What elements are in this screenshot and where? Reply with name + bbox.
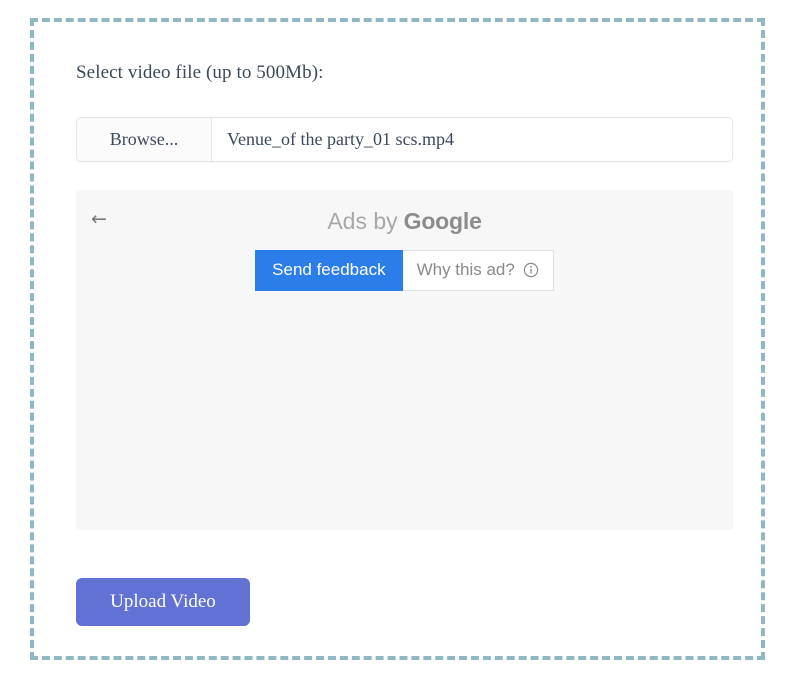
ads-by-label: Ads by (327, 208, 397, 234)
file-input-group[interactable]: Browse... (76, 117, 733, 162)
page-title: Select video file (up to 500Mb): (76, 62, 324, 84)
info-circle-icon (523, 262, 539, 278)
upload-video-button[interactable]: Upload Video (76, 578, 250, 626)
video-drop-zone[interactable]: Select video file (up to 500Mb): Browse.… (30, 18, 765, 660)
ads-attribution: Ads by Google (76, 208, 733, 235)
google-brand-label: Google (404, 208, 482, 234)
why-this-ad-label: Why this ad? (417, 260, 515, 280)
selected-file-name[interactable] (212, 118, 732, 161)
google-ad-panel: ← Ads byGoogle Send feedback Why this ad… (76, 190, 733, 530)
browse-button[interactable]: Browse... (77, 118, 212, 161)
send-feedback-button[interactable]: Send feedback (255, 250, 402, 291)
upload-page: Select video file (up to 500Mb): Browse.… (0, 0, 800, 695)
why-this-ad-button[interactable]: Why this ad? (403, 250, 554, 291)
ad-action-buttons: Send feedback Why this ad? (76, 250, 733, 291)
